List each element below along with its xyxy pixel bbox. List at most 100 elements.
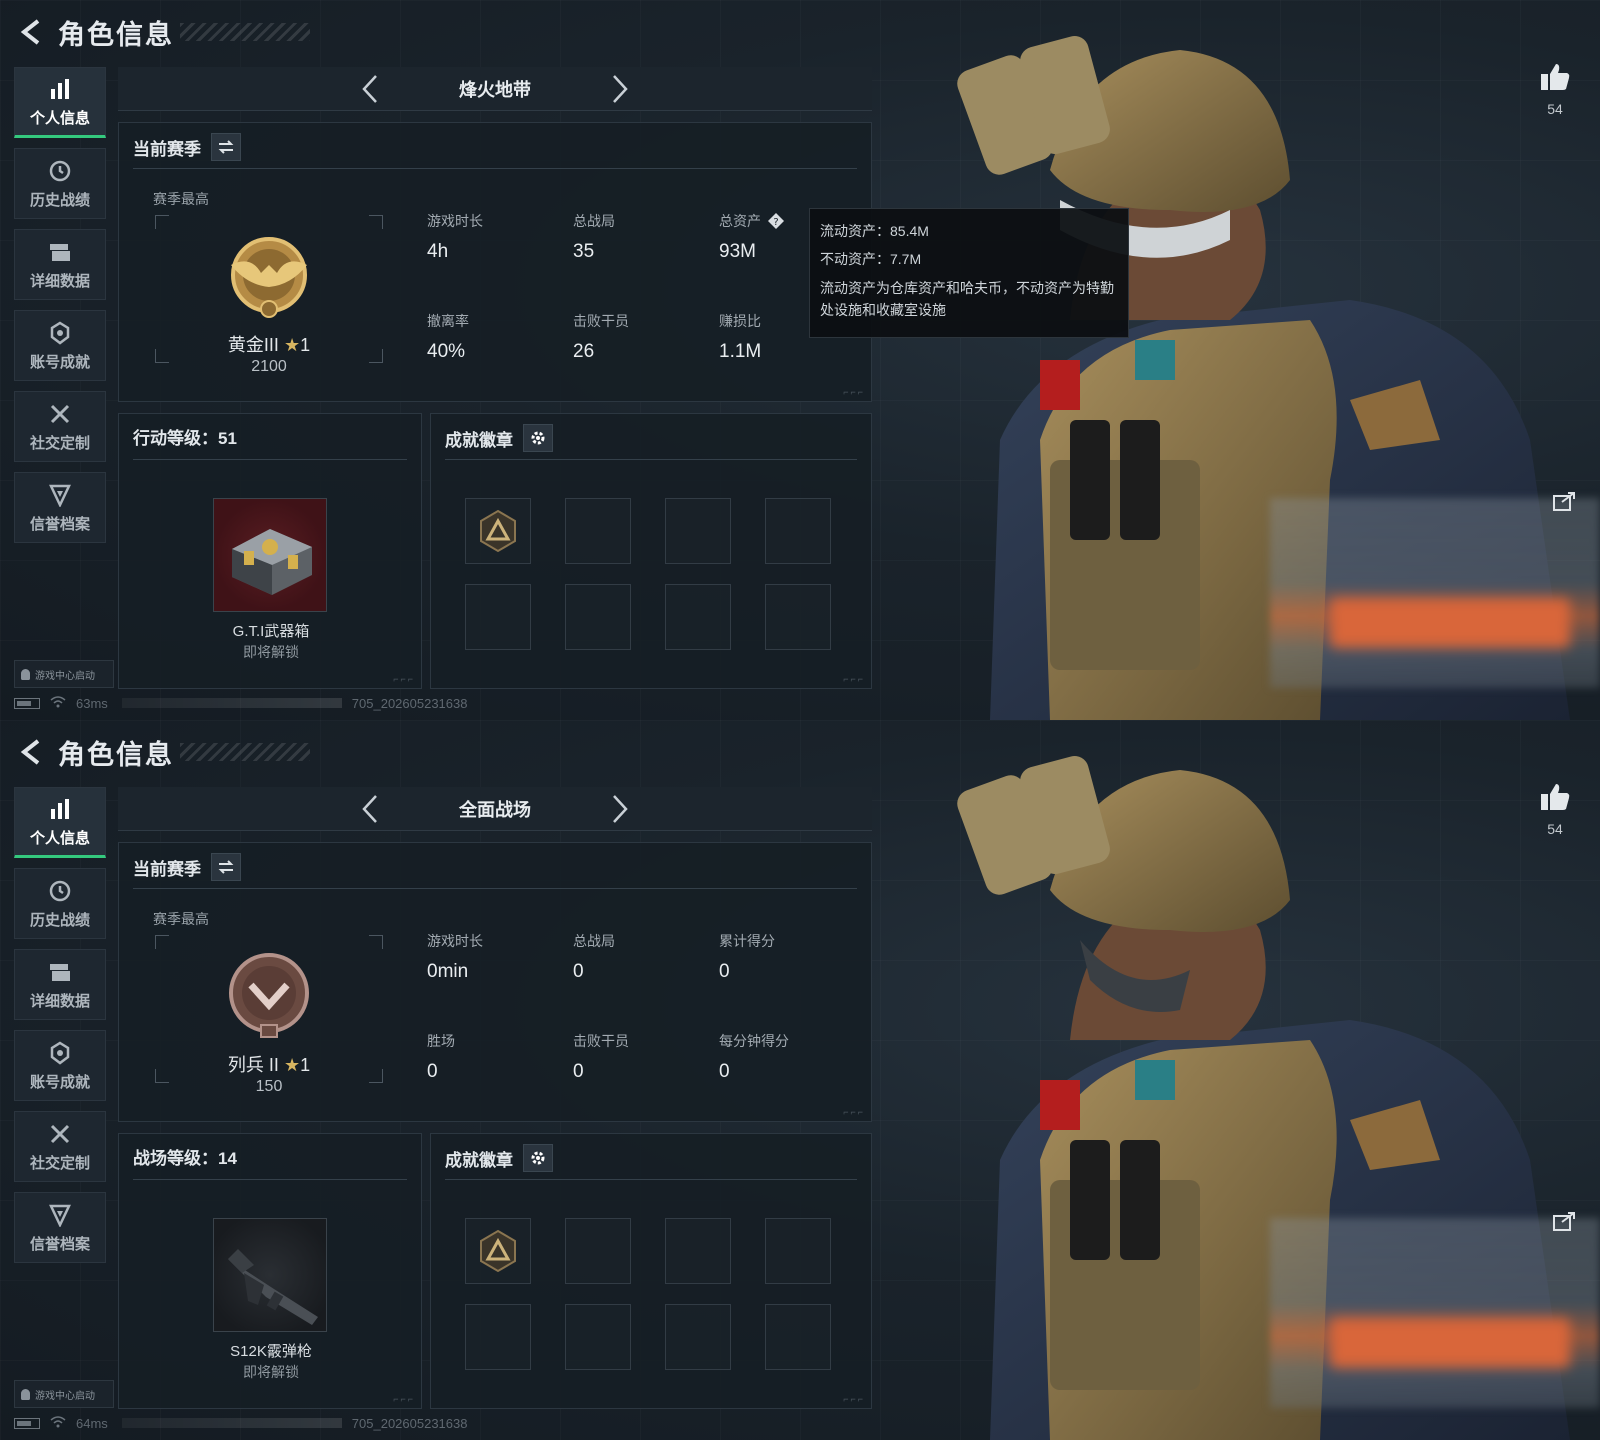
mode-prev-button[interactable]: [350, 69, 390, 109]
divider: [133, 1179, 407, 1180]
level-reward-item[interactable]: [213, 498, 327, 612]
mode-switcher: 全面战场: [118, 787, 872, 831]
sidebar-item-personal-info[interactable]: 个人信息: [14, 787, 106, 858]
help-icon[interactable]: ?: [767, 212, 785, 230]
like-count: 54: [1547, 821, 1563, 837]
mode-next-button[interactable]: [600, 69, 640, 109]
badge-settings-button[interactable]: [523, 1144, 553, 1172]
rank-stars: 1: [300, 335, 311, 355]
ping-value: 64ms: [76, 1415, 108, 1431]
sidebar-item-label: 信誉档案: [29, 1235, 90, 1253]
sidebar-item-details[interactable]: 详细数据: [14, 949, 106, 1020]
badge-slot[interactable]: [565, 584, 631, 650]
panel-decoration: ⌐⌐⌐: [393, 1394, 415, 1404]
stat-label: 总资产: [719, 213, 761, 229]
stat-label: 总战局: [573, 213, 615, 229]
season-swap-button[interactable]: [211, 853, 241, 881]
badge-slot[interactable]: [665, 1304, 731, 1370]
back-arrow-icon: [20, 19, 40, 45]
launcher-label: 游戏中心启动: [35, 670, 95, 682]
private-rank-emblem-icon: [229, 953, 309, 1038]
stat-play-time: 游戏时长 0min: [427, 931, 567, 983]
game-center-launch-button[interactable]: 游戏中心启动: [14, 1380, 114, 1408]
status-bar: 63ms 705_202605231638: [14, 692, 467, 714]
badge-slot[interactable]: [665, 584, 731, 650]
bell-icon: [21, 668, 30, 680]
mode-next-button[interactable]: [600, 789, 640, 829]
sidebar-item-label: 个人信息: [29, 829, 90, 847]
mode-name: 全面战场: [459, 799, 531, 820]
badge-slot[interactable]: [565, 1304, 631, 1370]
share-icon[interactable]: [1552, 1210, 1578, 1232]
badge-slot[interactable]: [565, 1218, 631, 1284]
mode-switcher: 烽火地带: [118, 67, 872, 111]
mode-prev-button[interactable]: [350, 789, 390, 829]
stat-value: 0min: [427, 961, 469, 982]
share-icon[interactable]: [1552, 490, 1578, 512]
sidebar-item-details[interactable]: 详细数据: [14, 229, 106, 300]
badge-slot[interactable]: [465, 1304, 531, 1370]
status-divider: [121, 698, 342, 708]
like-button[interactable]: 54: [1530, 62, 1580, 117]
sidebar: 个人信息 历史战绩 详细数据 账号成就 社交定制 信誉档案: [14, 787, 106, 1273]
panel-decoration: ⌐⌐⌐: [843, 1107, 865, 1117]
sidebar-item-achievements[interactable]: 账号成就: [14, 1030, 106, 1101]
tools-icon: [45, 1121, 75, 1147]
medal-icon: [45, 1040, 75, 1066]
rank-score: 2100: [251, 358, 287, 375]
stat-label: 累计得分: [719, 933, 775, 949]
badge-slot[interactable]: [765, 1304, 831, 1370]
sidebar-item-reputation[interactable]: 信誉档案: [14, 472, 106, 543]
badge-slot[interactable]: [665, 1218, 731, 1284]
build-version: 705_202605231638: [351, 1415, 468, 1431]
badge-slot[interactable]: [765, 584, 831, 650]
sidebar-item-social[interactable]: 社交定制: [14, 391, 106, 462]
season-swap-button[interactable]: [211, 133, 241, 161]
sidebar-item-reputation[interactable]: 信誉档案: [14, 1192, 106, 1263]
divider: [133, 459, 407, 460]
level-title: 战场等级：14: [133, 1149, 237, 1168]
sidebar-item-history[interactable]: 历史战绩: [14, 868, 106, 939]
sidebar-item-label: 历史战绩: [29, 911, 90, 929]
like-button[interactable]: 54: [1530, 782, 1580, 837]
stat-extract-rate: 撤离率 40%: [427, 311, 567, 363]
header: 角色信息: [14, 12, 310, 52]
rank-name-text: 列兵 II: [227, 1055, 279, 1075]
stat-label: 击败干员: [573, 313, 629, 329]
badge-slot[interactable]: [765, 498, 831, 564]
wifi-icon: [50, 1415, 66, 1431]
swap-icon: [218, 860, 234, 874]
back-button[interactable]: [14, 14, 50, 50]
stat-label: 总战局: [573, 933, 615, 949]
level-panel: 战场等级：14 S12K霰弹枪 即将解锁 ⌐⌐⌐: [118, 1133, 422, 1409]
divider: [445, 459, 857, 460]
badge-settings-button[interactable]: [523, 424, 553, 452]
battery-icon: [14, 1417, 40, 1429]
game-center-launch-button[interactable]: 游戏中心启动: [14, 660, 114, 688]
panel-decoration: ⌐⌐⌐: [393, 674, 415, 684]
sidebar-item-personal-info[interactable]: 个人信息: [14, 67, 106, 138]
level-reward-item[interactable]: [213, 1218, 327, 1332]
shield-icon: [45, 482, 75, 508]
tooltip-fixed-assets: 不动资产：7.7M: [820, 251, 922, 267]
sidebar-item-achievements[interactable]: 账号成就: [14, 310, 106, 381]
reward-name: S12K霰弹枪: [230, 1343, 312, 1360]
badge-slot[interactable]: [465, 498, 531, 564]
sidebar-item-social[interactable]: 社交定制: [14, 1111, 106, 1182]
back-button[interactable]: [14, 734, 50, 770]
reward-status: 即将解锁: [243, 1364, 299, 1380]
stat-total-matches: 总战局 0: [573, 931, 713, 983]
badge-slot[interactable]: [465, 584, 531, 650]
stat-value: 40%: [427, 341, 466, 362]
badge-slot[interactable]: [465, 1218, 531, 1284]
sidebar-item-history[interactable]: 历史战绩: [14, 148, 106, 219]
badge-slot[interactable]: [765, 1218, 831, 1284]
stat-value: 35: [573, 241, 595, 262]
sidebar-item-label: 个人信息: [29, 109, 90, 127]
gear-icon: [531, 1151, 545, 1165]
sidebar-item-label: 详细数据: [29, 992, 90, 1010]
badge-slot[interactable]: [665, 498, 731, 564]
badge-slot[interactable]: [565, 498, 631, 564]
blurred-region: [1270, 498, 1600, 688]
rank-name: 黄金III ★1: [155, 331, 383, 357]
